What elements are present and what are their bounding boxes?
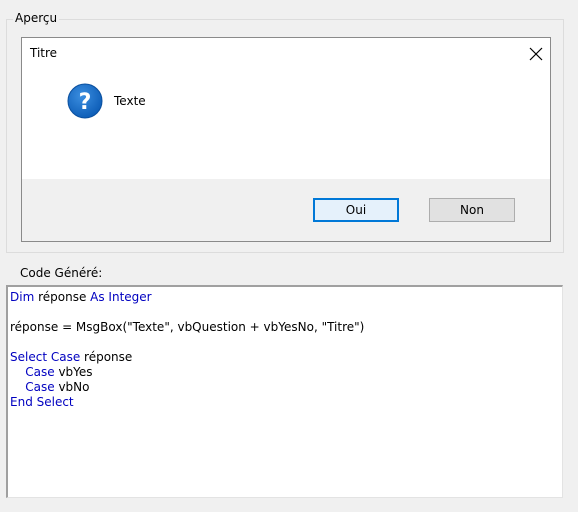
code-line: Case vbYes (10, 365, 560, 380)
yes-button[interactable]: Oui (313, 198, 399, 222)
code-line: Dim réponse As Integer (10, 290, 560, 305)
code-keyword: Case (25, 380, 55, 394)
code-keyword: Select Case (10, 350, 81, 364)
code-keyword: Case (25, 365, 55, 379)
close-icon[interactable] (528, 46, 544, 62)
code-text: réponse = MsgBox("Texte", vbQuestion + v… (10, 320, 365, 334)
code-line: End Select (10, 395, 560, 410)
code-text: réponse (80, 350, 133, 364)
code-text: vbYes (54, 365, 93, 379)
code-keyword: End Select (10, 395, 74, 409)
dialog-message: Texte (114, 94, 146, 108)
question-icon: ? (67, 83, 103, 119)
dialog-button-bar: Oui Non (22, 179, 550, 241)
code-label: Code Généré: (20, 266, 103, 280)
no-button[interactable]: Non (429, 198, 515, 222)
dialog-title: Titre (30, 46, 58, 60)
svg-text:?: ? (79, 90, 92, 115)
code-line: Select Case réponse (10, 350, 560, 365)
message-box-preview: Titre ? Texte Oui Non (21, 37, 551, 242)
code-text: réponse (34, 290, 91, 304)
code-text: vbNo (54, 380, 90, 394)
code-keyword: Dim (10, 290, 35, 304)
generated-code-editor[interactable]: Dim réponse As Integer réponse = MsgBox(… (6, 285, 563, 498)
code-line: Case vbNo (10, 380, 560, 395)
preview-group-label: Aperçu (13, 11, 60, 25)
code-keyword: As Integer (90, 290, 152, 304)
code-line: réponse = MsgBox("Texte", vbQuestion + v… (10, 320, 560, 335)
